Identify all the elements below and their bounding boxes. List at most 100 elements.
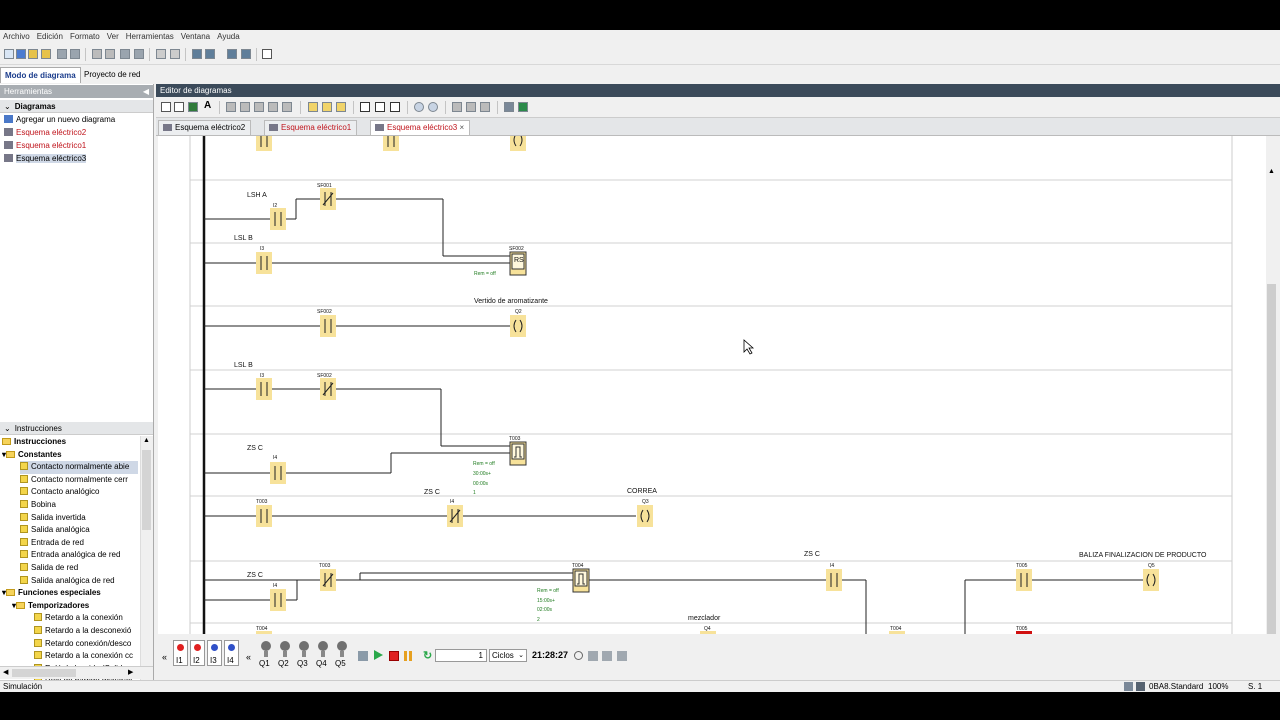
new-dropdown-icon[interactable] bbox=[16, 49, 26, 59]
grid-icon[interactable] bbox=[466, 102, 476, 112]
sim-input-switch[interactable]: I4 bbox=[224, 640, 239, 666]
connect-tool-icon[interactable] bbox=[174, 102, 184, 112]
tree-root[interactable]: Instrucciones bbox=[2, 436, 66, 449]
instruction-item[interactable]: Salida de red bbox=[20, 562, 138, 575]
tab-modo-diagrama[interactable]: Modo de diagrama bbox=[0, 67, 81, 83]
transfer-pc-to-logo-icon[interactable] bbox=[192, 49, 202, 59]
contact-t003-b[interactable] bbox=[256, 505, 272, 527]
tab-esquema2[interactable]: Esquema eléctrico2 bbox=[158, 120, 252, 135]
align-top-icon[interactable] bbox=[254, 102, 264, 112]
diagram-item-esquema3[interactable]: Esquema eléctrico3 bbox=[4, 153, 87, 165]
text-tool-icon[interactable]: A bbox=[204, 100, 211, 111]
contact-t003-c[interactable] bbox=[320, 569, 336, 591]
collapse-outputs-icon[interactable]: « bbox=[246, 652, 251, 662]
contact-t004-c[interactable] bbox=[889, 631, 905, 634]
zoom-out-icon[interactable] bbox=[428, 102, 438, 112]
instruction-item[interactable]: Contacto analógico bbox=[20, 486, 138, 499]
align-center-icon[interactable] bbox=[240, 102, 250, 112]
contact-t004-b[interactable] bbox=[256, 631, 272, 634]
contact-sf002-b[interactable] bbox=[320, 315, 336, 337]
run-cycles-icon[interactable]: ↻ bbox=[423, 649, 432, 662]
pause-icon[interactable] bbox=[404, 651, 407, 661]
online-test-icon[interactable] bbox=[241, 49, 251, 59]
align-middle-icon[interactable] bbox=[268, 102, 278, 112]
diagram-item-esquema1[interactable]: Esquema eléctrico1 bbox=[4, 140, 86, 152]
rs-flipflop-block[interactable]: RS bbox=[509, 251, 527, 276]
tree-constantes[interactable]: ▾ Constantes bbox=[2, 449, 62, 462]
contact-t005-alarm[interactable] bbox=[1016, 631, 1032, 634]
save-icon[interactable] bbox=[57, 49, 67, 59]
scroll-left-icon[interactable]: ◀ bbox=[3, 668, 8, 676]
timer-item[interactable]: Retardo a la conexión bbox=[34, 612, 140, 625]
menu-ayuda[interactable]: Ayuda bbox=[214, 30, 244, 41]
panel-icon[interactable] bbox=[602, 651, 612, 661]
open-recent-icon[interactable] bbox=[41, 49, 51, 59]
contact-i4-d[interactable] bbox=[826, 569, 842, 591]
scissors-icon[interactable] bbox=[105, 49, 115, 59]
instruction-item[interactable]: Entrada de red bbox=[20, 537, 138, 550]
pen-icon[interactable] bbox=[452, 102, 462, 112]
timer-item[interactable]: Retardo a la desconexió bbox=[34, 625, 140, 638]
tree-temporizadores[interactable]: ▾ Temporizadores bbox=[12, 600, 89, 613]
display-icon[interactable] bbox=[617, 651, 627, 661]
contact-i2[interactable] bbox=[270, 208, 286, 230]
copy-icon[interactable] bbox=[120, 49, 130, 59]
contact-i4-a[interactable] bbox=[270, 462, 286, 484]
constants-tool-icon[interactable] bbox=[188, 102, 198, 112]
timer-item[interactable]: Retardo a la conexión cc bbox=[34, 650, 140, 663]
ladder-diagram[interactable]: LSH AI2SF001LSL BI3 SF002RSRem = offVerti… bbox=[158, 136, 1266, 634]
instruction-item[interactable]: Salida analógica bbox=[20, 524, 138, 537]
contact-sf002-c[interactable] bbox=[320, 378, 336, 400]
contact-sf001[interactable] bbox=[320, 188, 336, 210]
close-tab-icon[interactable]: × bbox=[460, 123, 465, 132]
sim-settings-icon[interactable] bbox=[358, 651, 368, 661]
tab-esquema1[interactable]: Esquema eléctrico1 bbox=[264, 120, 358, 135]
play-icon[interactable] bbox=[374, 650, 383, 660]
contact-i3-b[interactable] bbox=[256, 378, 272, 400]
menu-edicion[interactable]: Edición bbox=[34, 30, 67, 41]
instruction-item[interactable]: Contacto normalmente cerr bbox=[20, 474, 138, 487]
contact-top-1[interactable] bbox=[256, 136, 272, 151]
coil-q3[interactable] bbox=[637, 505, 653, 527]
network-icon[interactable] bbox=[588, 651, 598, 661]
instructions-scrollbar[interactable]: ▲ ▼ bbox=[140, 436, 153, 680]
instruction-item[interactable]: Entrada analógica de red bbox=[20, 549, 138, 562]
selection-tool-icon[interactable] bbox=[161, 102, 171, 112]
convert-fbd-icon[interactable] bbox=[308, 102, 318, 112]
menu-ver[interactable]: Ver bbox=[104, 30, 123, 41]
convert-ladder-icon[interactable] bbox=[336, 102, 346, 112]
menu-archivo[interactable]: Archivo bbox=[0, 30, 34, 41]
contact-top-2[interactable] bbox=[383, 136, 399, 151]
timer-t003-block[interactable] bbox=[509, 441, 527, 466]
device-settings-icon[interactable] bbox=[227, 49, 237, 59]
open-folder-icon[interactable] bbox=[28, 49, 38, 59]
online-test-editor-icon[interactable] bbox=[518, 102, 528, 112]
cycles-select[interactable]: Ciclos ⌄ bbox=[489, 649, 527, 662]
contact-i4-b[interactable] bbox=[447, 505, 463, 527]
contact-t005[interactable] bbox=[1016, 569, 1032, 591]
stop-icon[interactable] bbox=[389, 651, 399, 661]
zoom-in-icon[interactable] bbox=[414, 102, 424, 112]
instruction-item[interactable]: Salida analógica de red bbox=[20, 575, 138, 588]
coil-q2[interactable] bbox=[510, 315, 526, 337]
diagrams-section-header[interactable]: ⌄ Diagramas bbox=[0, 100, 153, 113]
coil-q4[interactable] bbox=[700, 631, 716, 634]
timer-item[interactable]: Retardo conexión/desco bbox=[34, 638, 140, 651]
scroll-right-icon[interactable]: ▶ bbox=[128, 668, 133, 676]
scroll-thumb[interactable] bbox=[142, 450, 151, 530]
collapse-panel-icon[interactable]: ◀ bbox=[143, 85, 149, 98]
cycles-input[interactable]: 1 bbox=[435, 649, 487, 662]
clock-icon[interactable] bbox=[574, 651, 583, 660]
sim-input-switch[interactable]: I2 bbox=[190, 640, 205, 666]
redo-icon[interactable] bbox=[170, 49, 180, 59]
undo-icon[interactable] bbox=[156, 49, 166, 59]
pause-icon-2[interactable] bbox=[409, 651, 412, 661]
add-diagram-item[interactable]: Agregar un nuevo diagrama bbox=[4, 114, 115, 126]
coil-top[interactable] bbox=[510, 136, 526, 151]
sim-input-switch[interactable]: I1 bbox=[173, 640, 188, 666]
instructions-hscrollbar[interactable]: ◀ ▶ bbox=[0, 666, 153, 679]
cut-icon[interactable] bbox=[92, 49, 102, 59]
transfer-logo-to-pc-icon[interactable] bbox=[205, 49, 215, 59]
align-bottom-icon[interactable] bbox=[282, 102, 292, 112]
convert-sf-icon[interactable] bbox=[322, 102, 332, 112]
